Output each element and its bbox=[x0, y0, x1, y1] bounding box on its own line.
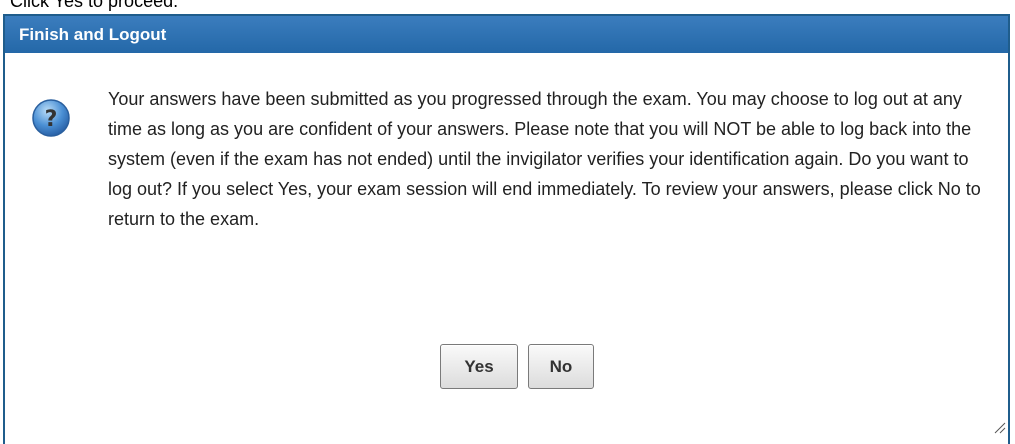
dialog-buttons: Yes No bbox=[440, 344, 594, 389]
svg-text:?: ? bbox=[45, 107, 58, 132]
no-button[interactable]: No bbox=[528, 344, 594, 389]
finish-logout-dialog: Finish and Logout ? Your answers have be… bbox=[3, 14, 1010, 444]
yes-button[interactable]: Yes bbox=[440, 344, 518, 389]
dialog-message: Your answers have been submitted as you … bbox=[108, 89, 981, 229]
question-icon: ? bbox=[32, 99, 70, 137]
dialog-title: Finish and Logout bbox=[5, 16, 1008, 53]
instruction-caption: Click Yes to proceed. bbox=[10, 0, 179, 11]
resize-grip-icon[interactable] bbox=[992, 420, 1006, 434]
